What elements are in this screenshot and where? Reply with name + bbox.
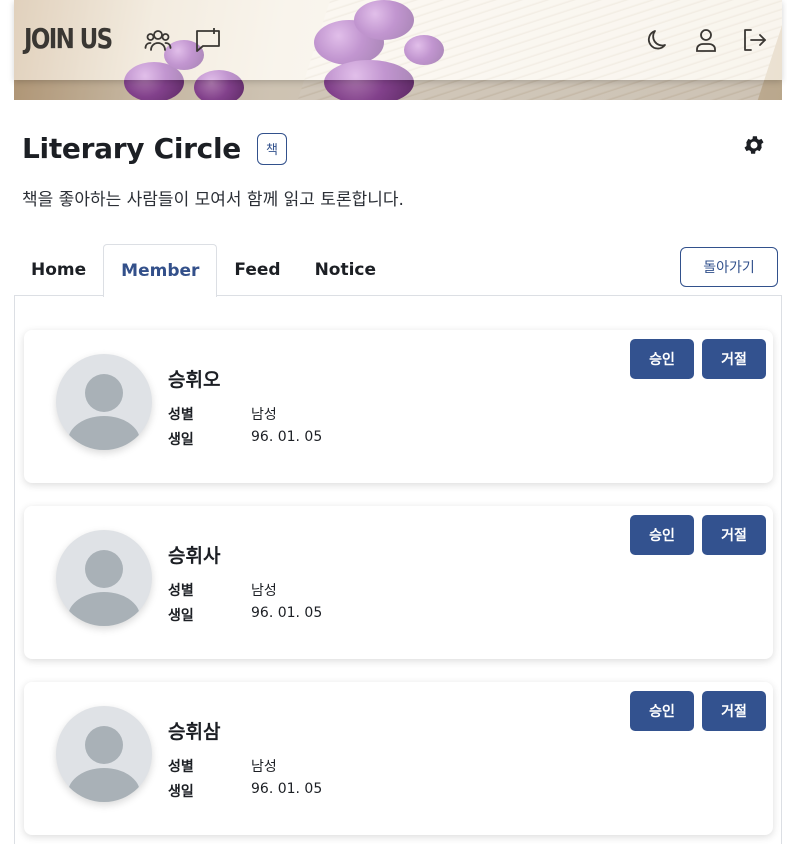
approve-button[interactable]: 승인 [630, 691, 694, 731]
reject-button[interactable]: 거절 [702, 691, 766, 731]
reject-button[interactable]: 거절 [702, 515, 766, 555]
avatar [56, 354, 152, 450]
birth-label: 생일 [168, 608, 194, 624]
category-badge: 책 [256, 132, 287, 165]
group-description: 책을 좋아하는 사람들이 모여서 함께 읽고 토론합니다. [22, 190, 404, 210]
member-card: 승휘사 성별 남성 생일 96. 01. 05 승인 거절 [24, 506, 773, 659]
group-title: Literary Circle [22, 132, 241, 165]
member-name: 승휘오 [168, 369, 221, 391]
approve-button[interactable]: 승인 [630, 339, 694, 379]
top-navbar: JOIN US [14, 0, 782, 80]
gear-icon[interactable] [742, 133, 766, 157]
logout-icon[interactable] [740, 26, 768, 54]
birth-label: 생일 [168, 432, 194, 448]
user-icon[interactable] [692, 26, 720, 54]
gender-label: 성별 [168, 407, 194, 423]
tab-member[interactable]: Member [103, 244, 218, 297]
gender-value: 남성 [251, 583, 277, 599]
avatar [56, 706, 152, 802]
member-list-panel: 승휘오 성별 남성 생일 96. 01. 05 승인 거절 승휘사 성별 남성 … [14, 295, 782, 844]
group-tabs: Home Member Feed Notice [14, 244, 393, 297]
tab-home[interactable]: Home [14, 244, 103, 296]
board-icon[interactable] [194, 26, 222, 54]
logo[interactable]: JOIN US [24, 22, 113, 55]
reject-button[interactable]: 거절 [702, 339, 766, 379]
avatar [56, 530, 152, 626]
gender-label: 성별 [168, 583, 194, 599]
birth-value: 96. 01. 05 [251, 605, 323, 621]
member-name: 승휘사 [168, 545, 221, 567]
tab-feed[interactable]: Feed [217, 244, 297, 296]
gender-label: 성별 [168, 759, 194, 775]
birth-value: 96. 01. 05 [251, 429, 323, 445]
member-name: 승휘삼 [168, 721, 221, 743]
back-button[interactable]: 돌아가기 [680, 247, 778, 287]
moon-icon[interactable] [644, 26, 672, 54]
birth-label: 생일 [168, 784, 194, 800]
approve-button[interactable]: 승인 [630, 515, 694, 555]
member-card: 승휘삼 성별 남성 생일 96. 01. 05 승인 거절 [24, 682, 773, 835]
member-card: 승휘오 성별 남성 생일 96. 01. 05 승인 거절 [24, 330, 773, 483]
gender-value: 남성 [251, 407, 277, 423]
birth-value: 96. 01. 05 [251, 781, 323, 797]
group-icon[interactable] [144, 26, 172, 54]
gender-value: 남성 [251, 759, 277, 775]
tab-notice[interactable]: Notice [298, 244, 393, 296]
